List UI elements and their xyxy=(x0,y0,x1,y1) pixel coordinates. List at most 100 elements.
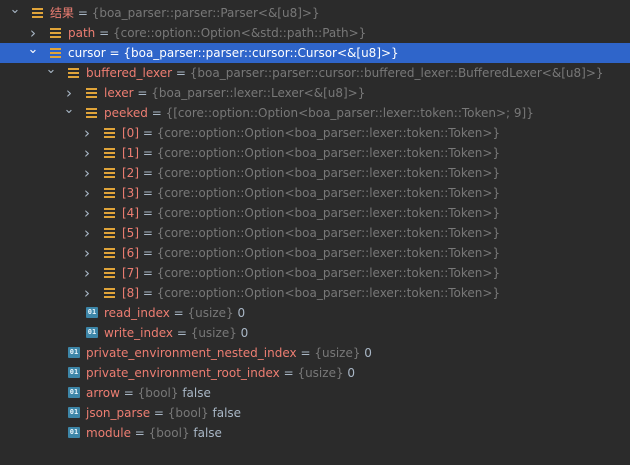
chevron-right-icon[interactable]: › xyxy=(81,163,93,183)
variable-name: [7] xyxy=(122,266,139,280)
variable-value: false xyxy=(189,426,222,440)
variable-separator: = xyxy=(279,366,298,380)
object-field-icon xyxy=(104,148,115,158)
variable-value: 0 xyxy=(233,306,246,320)
variable-name: private_environment_root_index xyxy=(86,366,280,380)
variable-separator: = xyxy=(139,126,157,140)
tree-row[interactable]: ⌄ peeked = {[core::option::Option<boa_par… xyxy=(0,103,630,123)
chevron-right-icon[interactable]: › xyxy=(81,223,93,243)
chevron-right-icon[interactable]: › xyxy=(81,183,93,203)
chevron-right-icon[interactable]: › xyxy=(81,143,93,163)
variable-label: read_index = {usize} 0 xyxy=(104,303,245,323)
variable-label: [7] = {core::option::Option<boa_parser::… xyxy=(122,263,500,283)
object-field-icon xyxy=(86,108,97,118)
variable-value: 0 xyxy=(343,366,356,380)
primitive-field-icon: 01 xyxy=(68,347,80,358)
primitive-field-icon: 01 xyxy=(68,407,80,418)
tree-row[interactable]: 01 arrow = {bool} false xyxy=(0,383,630,403)
tree-row[interactable]: › [8] = {core::option::Option<boa_parser:… xyxy=(0,283,630,303)
variable-label: [0] = {core::option::Option<boa_parser::… xyxy=(122,123,500,143)
variable-type: {core::option::Option<boa_parser::lexer:… xyxy=(156,126,501,140)
tree-row[interactable]: › [4] = {core::option::Option<boa_parser:… xyxy=(0,203,630,223)
chevron-down-icon[interactable]: ⌄ xyxy=(9,3,21,23)
variable-separator: = xyxy=(139,286,157,300)
variable-type: {core::option::Option<&std::path::Path>} xyxy=(112,26,367,40)
object-field-icon xyxy=(104,248,115,258)
tree-row[interactable]: 01 module = {bool} false xyxy=(0,423,630,443)
chevron-right-icon[interactable]: › xyxy=(81,263,93,283)
object-field-icon xyxy=(68,68,79,78)
tree-row[interactable]: 01 read_index = {usize} 0 xyxy=(0,303,630,323)
chevron-right-icon[interactable]: › xyxy=(81,243,93,263)
variable-type: {usize} xyxy=(190,326,237,340)
variable-label: buffered_lexer = {boa_parser::parser::cu… xyxy=(86,63,604,83)
tree-row[interactable]: › [0] = {core::option::Option<boa_parser:… xyxy=(0,123,630,143)
chevron-down-icon[interactable]: ⌄ xyxy=(45,63,57,83)
object-field-icon xyxy=(104,188,115,198)
tree-row[interactable]: ⌄ buffered_lexer = {boa_parser::parser::c… xyxy=(0,63,630,83)
variable-value: 0 xyxy=(360,346,372,360)
variable-separator: = xyxy=(74,6,92,20)
variable-name: [3] xyxy=(122,186,139,200)
chevron-right-icon[interactable]: › xyxy=(63,83,75,103)
variable-name: [2] xyxy=(122,166,139,180)
variable-type: {core::option::Option<boa_parser::lexer:… xyxy=(156,146,501,160)
variable-type: {core::option::Option<boa_parser::lexer:… xyxy=(156,166,501,180)
variable-type: {usize} xyxy=(297,366,344,380)
variable-name: [0] xyxy=(122,126,139,140)
variable-separator: = xyxy=(95,26,113,40)
variable-separator: = xyxy=(130,426,149,440)
object-field-icon xyxy=(50,28,61,38)
tree-row[interactable]: › [7] = {core::option::Option<boa_parser:… xyxy=(0,263,630,283)
variable-name: [1] xyxy=(122,146,139,160)
tree-row[interactable]: › lexer = {boa_parser::lexer::Lexer<&[u8]… xyxy=(0,83,630,103)
chevron-down-icon[interactable]: ⌄ xyxy=(27,43,39,63)
variable-label: [3] = {core::option::Option<boa_parser::… xyxy=(122,183,500,203)
tree-row[interactable]: › [5] = {core::option::Option<boa_parser:… xyxy=(0,223,630,243)
object-field-icon xyxy=(50,48,61,58)
tree-row[interactable]: 01 write_index = {usize} 0 xyxy=(0,323,630,343)
tree-row[interactable]: ⌄ cursor = {boa_parser::parser::cursor::C… xyxy=(0,43,630,63)
tree-row[interactable]: ⌄ 结果 = {boa_parser::parser::Parser<&[u8]>… xyxy=(0,3,630,23)
variable-separator: = xyxy=(169,306,188,320)
variable-name: write_index xyxy=(104,326,173,340)
variable-separator: = xyxy=(139,186,157,200)
variable-name: [5] xyxy=(122,226,139,240)
variable-separator: = xyxy=(150,406,168,420)
tree-row[interactable]: › [2] = {core::option::Option<boa_parser:… xyxy=(0,163,630,183)
variable-type: {boa_parser::parser::cursor::Cursor<&[u8… xyxy=(123,46,399,60)
chevron-right-icon[interactable]: › xyxy=(81,123,93,143)
object-field-icon xyxy=(104,268,115,278)
variable-label: json_parse = {bool} false xyxy=(86,403,241,423)
variable-type: {core::option::Option<boa_parser::lexer:… xyxy=(156,266,501,280)
variable-separator: = xyxy=(139,266,157,280)
tree-row[interactable]: 01 json_parse = {bool} false xyxy=(0,403,630,423)
chevron-right-icon[interactable]: › xyxy=(81,283,93,303)
variable-label: private_environment_root_index = {usize}… xyxy=(86,363,355,383)
variable-type: {bool} xyxy=(167,406,209,420)
variable-label: module = {bool} false xyxy=(86,423,222,443)
tree-row[interactable]: › [6] = {core::option::Option<boa_parser:… xyxy=(0,243,630,263)
primitive-field-icon: 01 xyxy=(68,427,80,438)
variable-separator: = xyxy=(139,226,157,240)
variable-separator: = xyxy=(139,146,157,160)
tree-row[interactable]: 01 private_environment_root_index = {usiz… xyxy=(0,363,630,383)
chevron-down-icon[interactable]: ⌄ xyxy=(63,103,75,123)
variable-name: 结果 xyxy=(50,6,75,20)
primitive-field-icon: 01 xyxy=(86,307,98,318)
variable-name: private_environment_nested_index xyxy=(86,346,297,360)
chevron-right-icon[interactable]: › xyxy=(27,23,39,43)
variable-type: {boa_parser::parser::cursor::buffered_le… xyxy=(189,66,604,80)
variable-value: false xyxy=(178,386,211,400)
variable-label: private_environment_nested_index = {usiz… xyxy=(86,343,372,363)
chevron-right-icon[interactable]: › xyxy=(81,203,93,223)
tree-row[interactable]: › [3] = {core::option::Option<boa_parser:… xyxy=(0,183,630,203)
variable-name: [6] xyxy=(122,246,139,260)
tree-row[interactable]: › path = {core::option::Option<&std::path… xyxy=(0,23,630,43)
tree-row[interactable]: 01 private_environment_nested_index = {us… xyxy=(0,343,630,363)
variable-type: {core::option::Option<boa_parser::lexer:… xyxy=(156,226,501,240)
variable-name: buffered_lexer xyxy=(86,66,173,80)
object-field-icon xyxy=(104,288,115,298)
tree-row[interactable]: › [1] = {core::option::Option<boa_parser:… xyxy=(0,143,630,163)
variable-name: [4] xyxy=(122,206,139,220)
